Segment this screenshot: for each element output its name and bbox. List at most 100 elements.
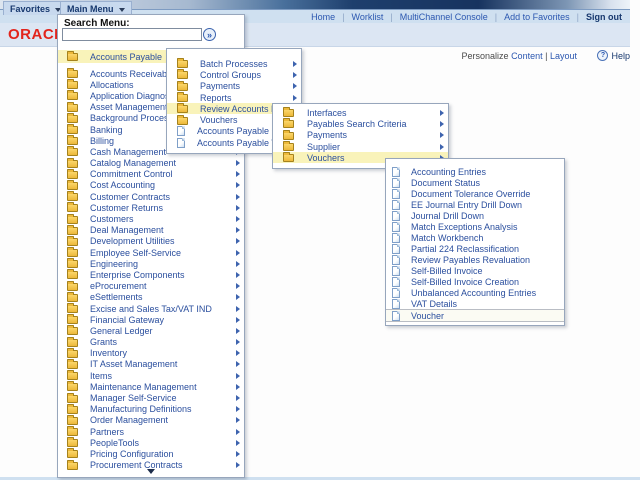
menu-item-eprocurement[interactable]: eProcurement [58, 281, 244, 292]
vouchers-submenu-panel: Accounting EntriesDocument StatusDocumen… [385, 158, 565, 326]
menu-item-label: Payables Search Criteria [307, 119, 407, 129]
personalize-layout-link[interactable]: Layout [550, 51, 577, 61]
menu-item-esettlements[interactable]: eSettlements [58, 292, 244, 303]
folder-icon [67, 81, 78, 89]
menu-item-label: Self-Billed Invoice [411, 266, 483, 276]
menu-item-document-tolerance-override[interactable]: Document Tolerance Override [386, 188, 564, 199]
folder-icon [67, 406, 78, 414]
menu-item-label: Excise and Sales Tax/VAT IND [90, 304, 212, 314]
menu-item-voucher[interactable]: Voucher [386, 309, 564, 322]
menu-item-commitment-control[interactable]: Commitment Control [58, 169, 244, 180]
menu-item-label: Accounts Payable [90, 52, 162, 62]
menu-item-order-management[interactable]: Order Management [58, 415, 244, 426]
menu-item-interfaces[interactable]: Interfaces [273, 107, 448, 118]
menu-item-control-groups[interactable]: Control Groups [167, 69, 301, 80]
menu-item-peopletools[interactable]: PeopleTools [58, 437, 244, 448]
document-icon [392, 299, 400, 309]
folder-icon [67, 271, 78, 279]
menu-item-payables-search-criteria[interactable]: Payables Search Criteria [273, 118, 448, 129]
menu-item-label: Match Workbench [411, 233, 483, 243]
sign-out-link[interactable]: Sign out [586, 12, 622, 22]
menu-item-manager-self-service[interactable]: Manager Self-Service [58, 392, 244, 403]
menu-item-review-payables-revaluation[interactable]: Review Payables Revaluation [386, 254, 564, 265]
search-go-button[interactable]: » [203, 28, 216, 41]
menu-item-financial-gateway[interactable]: Financial Gateway [58, 314, 244, 325]
menu-item-label: EE Journal Entry Drill Down [411, 200, 522, 210]
menu-item-customer-returns[interactable]: Customer Returns [58, 202, 244, 213]
folder-icon [177, 117, 188, 125]
menu-item-document-status[interactable]: Document Status [386, 177, 564, 188]
menu-item-enterprise-components[interactable]: Enterprise Components [58, 269, 244, 280]
menu-item-partial-224-reclassification[interactable]: Partial 224 Reclassification [386, 243, 564, 254]
menu-item-accounting-entries[interactable]: Accounting Entries [386, 166, 564, 177]
menu-item-payments[interactable]: Payments [273, 130, 448, 141]
menu-item-label: Vouchers [307, 153, 345, 163]
menu-item-inventory[interactable]: Inventory [58, 348, 244, 359]
personalize-content-link[interactable]: Content [511, 51, 543, 61]
menu-item-manufacturing-definitions[interactable]: Manufacturing Definitions [58, 404, 244, 415]
menu-item-payments[interactable]: Payments [167, 81, 301, 92]
menu-item-vat-details[interactable]: VAT Details [386, 298, 564, 309]
menu-item-self-billed-invoice[interactable]: Self-Billed Invoice [386, 265, 564, 276]
menu-item-unbalanced-accounting-entries[interactable]: Unbalanced Accounting Entries [386, 287, 564, 298]
main-menu-tab[interactable]: Main Menu [60, 1, 132, 15]
menu-item-employee-self-service[interactable]: Employee Self-Service [58, 247, 244, 258]
menu-item-development-utilities[interactable]: Development Utilities [58, 236, 244, 247]
menu-item-catalog-management[interactable]: Catalog Management [58, 158, 244, 169]
menu-item-batch-processes[interactable]: Batch Processes [167, 58, 301, 69]
menu-item-items[interactable]: Items [58, 370, 244, 381]
menu-item-label: Grants [90, 337, 117, 347]
menu-item-cost-accounting[interactable]: Cost Accounting [58, 180, 244, 191]
menu-item-grants[interactable]: Grants [58, 337, 244, 348]
menu-item-deal-management[interactable]: Deal Management [58, 225, 244, 236]
search-menu-input[interactable] [62, 28, 202, 41]
folder-icon [67, 327, 78, 335]
menu-item-engineering[interactable]: Engineering [58, 258, 244, 269]
folder-icon [67, 249, 78, 257]
menu-item-label: Accounting Entries [411, 167, 486, 177]
menu-item-excise-and-sales-tax-vat-ind[interactable]: Excise and Sales Tax/VAT IND [58, 303, 244, 314]
menu-item-supplier[interactable]: Supplier [273, 141, 448, 152]
menu-item-label: Financial Gateway [90, 315, 164, 325]
menu-item-partners[interactable]: Partners [58, 426, 244, 437]
menu-item-maintenance-management[interactable]: Maintenance Management [58, 381, 244, 392]
separator: | [342, 12, 344, 22]
menu-item-match-exceptions-analysis[interactable]: Match Exceptions Analysis [386, 221, 564, 232]
menu-item-customers[interactable]: Customers [58, 213, 244, 224]
scroll-down-icon[interactable] [147, 469, 155, 474]
menu-item-label: Journal Drill Down [411, 211, 484, 221]
document-icon [392, 178, 400, 188]
menu-item-label: Manager Self-Service [90, 393, 177, 403]
menu-item-label: Customer Returns [90, 203, 163, 213]
menu-item-match-workbench[interactable]: Match Workbench [386, 232, 564, 243]
folder-icon [67, 428, 78, 436]
menu-item-label: Batch Processes [200, 59, 268, 69]
document-icon [392, 277, 400, 287]
menu-item-journal-drill-down[interactable]: Journal Drill Down [386, 210, 564, 221]
header-link-home[interactable]: Home [311, 12, 335, 22]
menu-item-self-billed-invoice-creation[interactable]: Self-Billed Invoice Creation [386, 276, 564, 287]
header-link-worklist[interactable]: Worklist [352, 12, 384, 22]
menu-item-ee-journal-entry-drill-down[interactable]: EE Journal Entry Drill Down [386, 199, 564, 210]
folder-icon [67, 70, 78, 78]
menu-item-label: Cash Management [90, 147, 166, 157]
submenu-arrow-icon [236, 272, 240, 278]
menu-item-pricing-configuration[interactable]: Pricing Configuration [58, 448, 244, 459]
folder-icon [67, 227, 78, 235]
document-icon [177, 138, 185, 148]
submenu-arrow-icon [293, 95, 297, 101]
header-link-multichannel-console[interactable]: MultiChannel Console [400, 12, 488, 22]
submenu-arrow-icon [293, 83, 297, 89]
help-link[interactable]: ? Help [597, 50, 630, 61]
menu-item-customer-contracts[interactable]: Customer Contracts [58, 191, 244, 202]
header-link-add-to-favorites[interactable]: Add to Favorites [504, 12, 570, 22]
folder-icon [67, 160, 78, 168]
folder-icon [67, 283, 78, 291]
menu-item-reports[interactable]: Reports [167, 92, 301, 103]
menu-item-it-asset-management[interactable]: IT Asset Management [58, 359, 244, 370]
favorites-menu-tab[interactable]: Favorites [3, 1, 68, 15]
document-icon [392, 266, 400, 276]
menu-item-general-ledger[interactable]: General Ledger [58, 325, 244, 336]
menu-item-label: Engineering [90, 259, 138, 269]
folder-icon [67, 305, 78, 313]
